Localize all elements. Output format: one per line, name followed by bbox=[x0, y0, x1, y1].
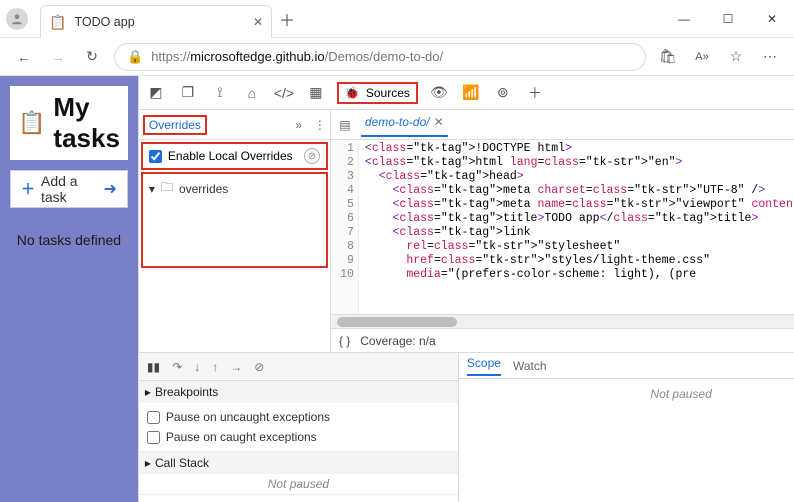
file-tab-label: demo-to-do/ bbox=[365, 115, 430, 129]
add-task-input[interactable]: ＋ Add a task ➜ bbox=[10, 170, 128, 208]
more-tabs-button[interactable]: ＋ bbox=[524, 83, 546, 103]
browser-tab[interactable]: 📋 TODO app ✕ bbox=[40, 5, 272, 38]
app-header: 📋 My tasks bbox=[10, 86, 128, 160]
scope-not-paused: Not paused bbox=[459, 379, 794, 502]
breakpoints-section: ▸ Breakpoints Pause on uncaught exceptio… bbox=[139, 381, 458, 452]
address-bar: ← → ↻ 🔒 https://microsoftedge.github.io/… bbox=[0, 38, 794, 76]
console-tab[interactable]: </> bbox=[273, 85, 295, 101]
close-window-button[interactable]: ✕ bbox=[750, 0, 794, 37]
forward-button[interactable]: → bbox=[46, 49, 70, 65]
step-button[interactable]: → bbox=[230, 360, 242, 374]
refresh-button[interactable]: ↻ bbox=[80, 48, 104, 65]
add-task-placeholder: Add a task bbox=[41, 173, 98, 205]
plus-icon: ＋ bbox=[21, 179, 35, 199]
read-aloud-icon[interactable]: A» bbox=[690, 51, 714, 63]
more-button[interactable]: ⋯ bbox=[758, 48, 782, 65]
url-input[interactable]: 🔒 https://microsoftedge.github.io/Demos/… bbox=[114, 43, 646, 71]
code-editor[interactable]: 12345678910 <class="tk-tag">!DOCTYPE htm… bbox=[331, 140, 794, 314]
file-tabs: ▤ demo-to-do/ ✕ bbox=[331, 110, 794, 140]
empty-state: No tasks defined bbox=[10, 218, 128, 248]
devtools-toolbar: ◩ ❐ ⟟ ⌂ </> ▦ 🐞 Sources 👁 📶 ⊚ ＋ ⋯ ? ✕ bbox=[139, 76, 794, 110]
pretty-print-icon[interactable]: { } bbox=[339, 334, 350, 348]
tab-title: TODO app bbox=[74, 15, 245, 29]
favorite-button[interactable]: ☆ bbox=[724, 48, 748, 65]
debugger-toolbar: ▮▮ ↷ ↓ ↑ → ⊘ bbox=[139, 353, 458, 381]
folder-icon: 🗀 bbox=[161, 178, 173, 199]
network-tab[interactable]: ▦ bbox=[305, 84, 327, 101]
welcome-icon[interactable]: ⟟ bbox=[209, 84, 231, 101]
triangle-down-icon: ▾ bbox=[149, 182, 155, 196]
scope-pane: Scope Watch Not paused bbox=[459, 353, 794, 502]
editor-status-bar: { } Coverage: n/a 🖼 bbox=[331, 328, 794, 352]
scope-tabs: Scope Watch bbox=[459, 353, 794, 379]
maximize-button[interactable]: ☐ bbox=[706, 0, 750, 37]
close-tab-icon[interactable]: ✕ bbox=[253, 15, 263, 29]
todo-app: 📋 My tasks ＋ Add a task ➜ No tasks defin… bbox=[0, 76, 138, 502]
folder-label: overrides bbox=[179, 182, 228, 196]
elements-tab[interactable]: ⌂ bbox=[241, 85, 263, 101]
tab-favicon: 📋 bbox=[49, 14, 66, 31]
sources-navigator: Overrides » ⋮ Enable Local Overrides ⊘ ▾… bbox=[139, 110, 331, 352]
pause-caught-checkbox[interactable]: Pause on caught exceptions bbox=[147, 427, 450, 447]
submit-task-icon[interactable]: ➜ bbox=[104, 179, 117, 199]
callstack-header[interactable]: ▸ Call Stack bbox=[139, 452, 458, 474]
close-file-icon[interactable]: ✕ bbox=[434, 115, 444, 129]
bug-icon: 🐞 bbox=[345, 86, 360, 100]
sources-tab-label: Sources bbox=[366, 86, 410, 100]
overrides-tab[interactable]: Overrides bbox=[143, 115, 207, 135]
shopping-icon[interactable]: 🛍 bbox=[656, 48, 680, 65]
enable-overrides-row[interactable]: Enable Local Overrides ⊘ bbox=[141, 142, 328, 170]
page-icon[interactable]: ▤ bbox=[335, 118, 355, 132]
debugger-left: ▮▮ ↷ ↓ ↑ → ⊘ ▸ Breakpoints Pause on unca… bbox=[139, 353, 459, 502]
eye-icon[interactable]: 👁 bbox=[428, 84, 450, 101]
navigator-menu[interactable]: ⋮ bbox=[314, 118, 326, 132]
window-titlebar: 📋 TODO app ✕ ＋ ― ☐ ✕ bbox=[0, 0, 794, 38]
lock-icon: 🔒 bbox=[127, 49, 143, 65]
pause-uncaught-checkbox[interactable]: Pause on uncaught exceptions bbox=[147, 407, 450, 427]
callstack-not-paused: Not paused bbox=[139, 474, 458, 494]
step-over-button[interactable]: ↷ bbox=[172, 360, 182, 374]
code-lines: <class="tk-tag">!DOCTYPE html><class="tk… bbox=[359, 140, 794, 314]
deactivate-breakpoints-button[interactable]: ⊘ bbox=[254, 360, 264, 374]
inspect-element-icon[interactable]: ◩ bbox=[145, 84, 167, 101]
file-tab[interactable]: demo-to-do/ ✕ bbox=[361, 112, 448, 137]
person-icon bbox=[6, 8, 28, 30]
clear-overrides-icon[interactable]: ⊘ bbox=[304, 148, 320, 164]
enable-overrides-label: Enable Local Overrides bbox=[168, 149, 293, 163]
device-toggle-icon[interactable]: ❐ bbox=[177, 84, 199, 101]
chevron-down-icon[interactable]: » bbox=[295, 118, 302, 132]
debugger-pane: ▮▮ ↷ ↓ ↑ → ⊘ ▸ Breakpoints Pause on unca… bbox=[139, 352, 794, 502]
devtools-panel: ◩ ❐ ⟟ ⌂ </> ▦ 🐞 Sources 👁 📶 ⊚ ＋ ⋯ ? ✕ bbox=[138, 76, 794, 502]
clipboard-icon: 📋 bbox=[18, 110, 45, 136]
performance-icon[interactable]: ⊚ bbox=[492, 84, 514, 101]
line-gutter: 12345678910 bbox=[331, 140, 359, 314]
step-into-button[interactable]: ↓ bbox=[194, 360, 200, 374]
sources-tab[interactable]: 🐞 Sources bbox=[337, 82, 418, 104]
overrides-tree: ▾ 🗀 overrides bbox=[141, 172, 328, 268]
sources-editor: ▤ demo-to-do/ ✕ 12345678910 <class="tk-t… bbox=[331, 110, 794, 352]
navigator-tabs: Overrides » ⋮ bbox=[139, 110, 330, 140]
horizontal-scrollbar[interactable] bbox=[331, 314, 794, 328]
new-tab-button[interactable]: ＋ bbox=[272, 0, 302, 37]
pause-button[interactable]: ▮▮ bbox=[147, 360, 160, 374]
wifi-icon[interactable]: 📶 bbox=[460, 84, 482, 101]
coverage-status: Coverage: n/a bbox=[360, 334, 435, 348]
watch-tab[interactable]: Watch bbox=[513, 359, 547, 373]
minimize-button[interactable]: ― bbox=[662, 0, 706, 37]
overrides-folder[interactable]: ▾ 🗀 overrides bbox=[149, 178, 320, 199]
callstack-section: ▸ Call Stack Not paused bbox=[139, 452, 458, 495]
profile-button[interactable] bbox=[0, 0, 34, 37]
step-out-button[interactable]: ↑ bbox=[212, 360, 218, 374]
breakpoints-header[interactable]: ▸ Breakpoints bbox=[139, 381, 458, 403]
back-button[interactable]: ← bbox=[12, 49, 36, 65]
enable-overrides-checkbox[interactable] bbox=[149, 150, 162, 163]
scope-tab[interactable]: Scope bbox=[467, 356, 501, 376]
app-title: My tasks bbox=[53, 92, 120, 154]
